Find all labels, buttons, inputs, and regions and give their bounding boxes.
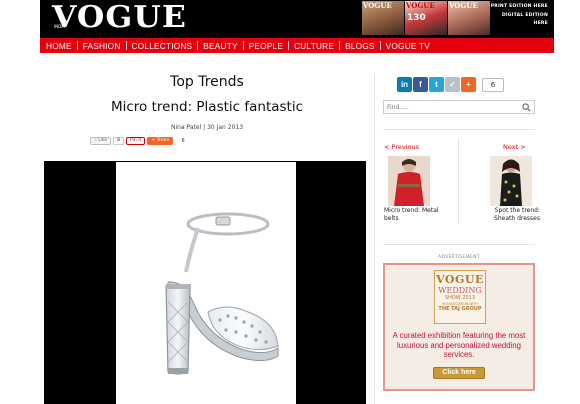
sidebar-share-bar: in f t ✓ + 6 <box>397 77 504 92</box>
cover-title: VOGUE <box>406 1 435 10</box>
logo-india-label: INDIA <box>54 24 66 29</box>
thumb-icon: ☝ <box>94 138 97 143</box>
ad-show: SHOW 2013 <box>444 295 476 301</box>
plastic-sandal-illustration <box>165 212 279 375</box>
nav-item-fashion[interactable]: FASHION <box>83 41 121 51</box>
digital-edition-link-here[interactable]: HERE <box>491 20 548 29</box>
twitter-icon[interactable]: t <box>429 77 444 92</box>
site-header: VOGUE INDIA VOGUE VOGUE 130 VOGUE PRINT … <box>40 0 554 38</box>
sidebar-rule <box>383 129 535 130</box>
previous-article-link[interactable]: < Previous <box>384 143 419 151</box>
nav-item-collections[interactable]: COLLECTIONS <box>132 41 193 51</box>
nav-divider <box>125 41 127 50</box>
cover-badge: 130 <box>407 13 426 23</box>
next-article-caption[interactable]: Spot the trend: Sheath dresses <box>486 207 540 223</box>
pin-it-button[interactable]: Pin it <box>126 137 146 145</box>
nav-divider <box>288 41 290 50</box>
social-buttons: ☝ Like 8 Pin it + Share 6 <box>90 136 185 146</box>
email-icon[interactable]: ✓ <box>445 77 460 92</box>
nav-item-beauty[interactable]: BEAUTY <box>203 41 237 51</box>
share-button[interactable]: + Share <box>147 137 174 145</box>
cover-title: VOGUE <box>449 1 478 10</box>
section-title[interactable]: Top Trends <box>40 74 374 90</box>
ad-click-here-button[interactable]: Click here <box>433 367 485 379</box>
search-input[interactable] <box>387 101 517 113</box>
cover-image[interactable]: VOGUE <box>362 1 404 35</box>
wedding-show-ad[interactable]: VOGUE WEDDING SHOW 2013 IN ASSOCIATION W… <box>383 263 535 391</box>
nav-item-blogs[interactable]: BLOGS <box>345 41 375 51</box>
edition-links: PRINT EDITION HERE DIGITAL EDITION HERE <box>491 3 548 29</box>
model-photo-sheath-dress <box>490 156 532 206</box>
cover-image[interactable]: VOGUE <box>448 1 490 35</box>
page: VOGUE INDIA VOGUE VOGUE 130 VOGUE PRINT … <box>0 0 580 404</box>
nav-divider <box>339 41 341 50</box>
nav-label: HOME <box>46 40 72 51</box>
linkedin-icon[interactable]: in <box>397 77 412 92</box>
nav-item-people[interactable]: PEOPLE <box>249 41 283 51</box>
ad-tagline: A curated exhibition featuring the most … <box>392 331 526 360</box>
nav-divider <box>76 41 78 50</box>
nav-label: BLOGS <box>345 40 375 51</box>
share-count: 6 <box>181 138 185 144</box>
facebook-icon[interactable]: f <box>413 77 428 92</box>
previous-article-caption[interactable]: Micro trend: Metal belts <box>384 207 450 223</box>
ad-logo: VOGUE WEDDING SHOW 2013 IN ASSOCIATION W… <box>434 270 486 324</box>
nav-divider <box>197 41 199 50</box>
like-button[interactable]: ☝ Like <box>90 137 112 145</box>
nav-label: FASHION <box>82 40 121 51</box>
cover-image[interactable]: VOGUE 130 <box>405 1 447 35</box>
nav-label: CULTURE <box>294 40 335 51</box>
ad-brand: VOGUE <box>436 273 484 286</box>
plus-icon: + <box>151 138 155 143</box>
model-photo-red-dress <box>388 156 430 206</box>
nav-item-culture[interactable]: CULTURE <box>294 41 334 51</box>
cover-title: VOGUE <box>363 1 392 10</box>
prev-next-divider <box>458 138 459 224</box>
sidebar-rule <box>383 244 535 245</box>
nav-item-home[interactable]: HOME <box>46 41 72 51</box>
shoe-photo <box>116 162 296 404</box>
next-article-thumbnail[interactable] <box>490 156 532 206</box>
article-title: Micro trend: Plastic fantastic <box>110 99 304 115</box>
nav-divider <box>242 41 244 50</box>
search-icon[interactable] <box>522 103 531 112</box>
sidebar-divider <box>374 74 375 404</box>
search-box <box>383 100 535 114</box>
digital-edition-link[interactable]: DIGITAL EDITION <box>491 12 548 21</box>
next-article-link[interactable]: Next > <box>503 143 526 151</box>
share-label: Share <box>156 138 170 143</box>
article-image[interactable] <box>44 161 366 404</box>
sidebar-share-count: 6 <box>482 77 504 92</box>
magazine-covers[interactable]: VOGUE VOGUE 130 VOGUE <box>362 1 490 35</box>
like-count: 8 <box>113 137 125 145</box>
nav-item-vogue-tv[interactable]: VOGUE TV <box>386 41 430 51</box>
vogue-logo[interactable]: VOGUE <box>52 0 187 36</box>
main-nav: HOME FASHION COLLECTIONS BEAUTY PEOPLE C… <box>40 38 554 53</box>
like-label: Like <box>98 138 108 143</box>
ad-event: WEDDING <box>438 286 482 295</box>
ad-partner: THE TAJ GROUP <box>438 306 482 312</box>
nav-label: PEOPLE <box>248 40 284 51</box>
nav-label: BEAUTY <box>203 40 238 51</box>
nav-divider <box>379 41 381 50</box>
advertisement-label: ADVERTISEMENT <box>438 255 480 260</box>
nav-label: COLLECTIONS <box>131 40 193 51</box>
print-edition-link[interactable]: PRINT EDITION HERE <box>491 3 548 12</box>
nav-label: VOGUE TV <box>385 40 430 51</box>
byline: Nina Patel | 30 Jan 2013 <box>170 124 244 131</box>
previous-article-thumbnail[interactable] <box>388 156 430 206</box>
add-share-icon[interactable]: + <box>461 77 476 92</box>
